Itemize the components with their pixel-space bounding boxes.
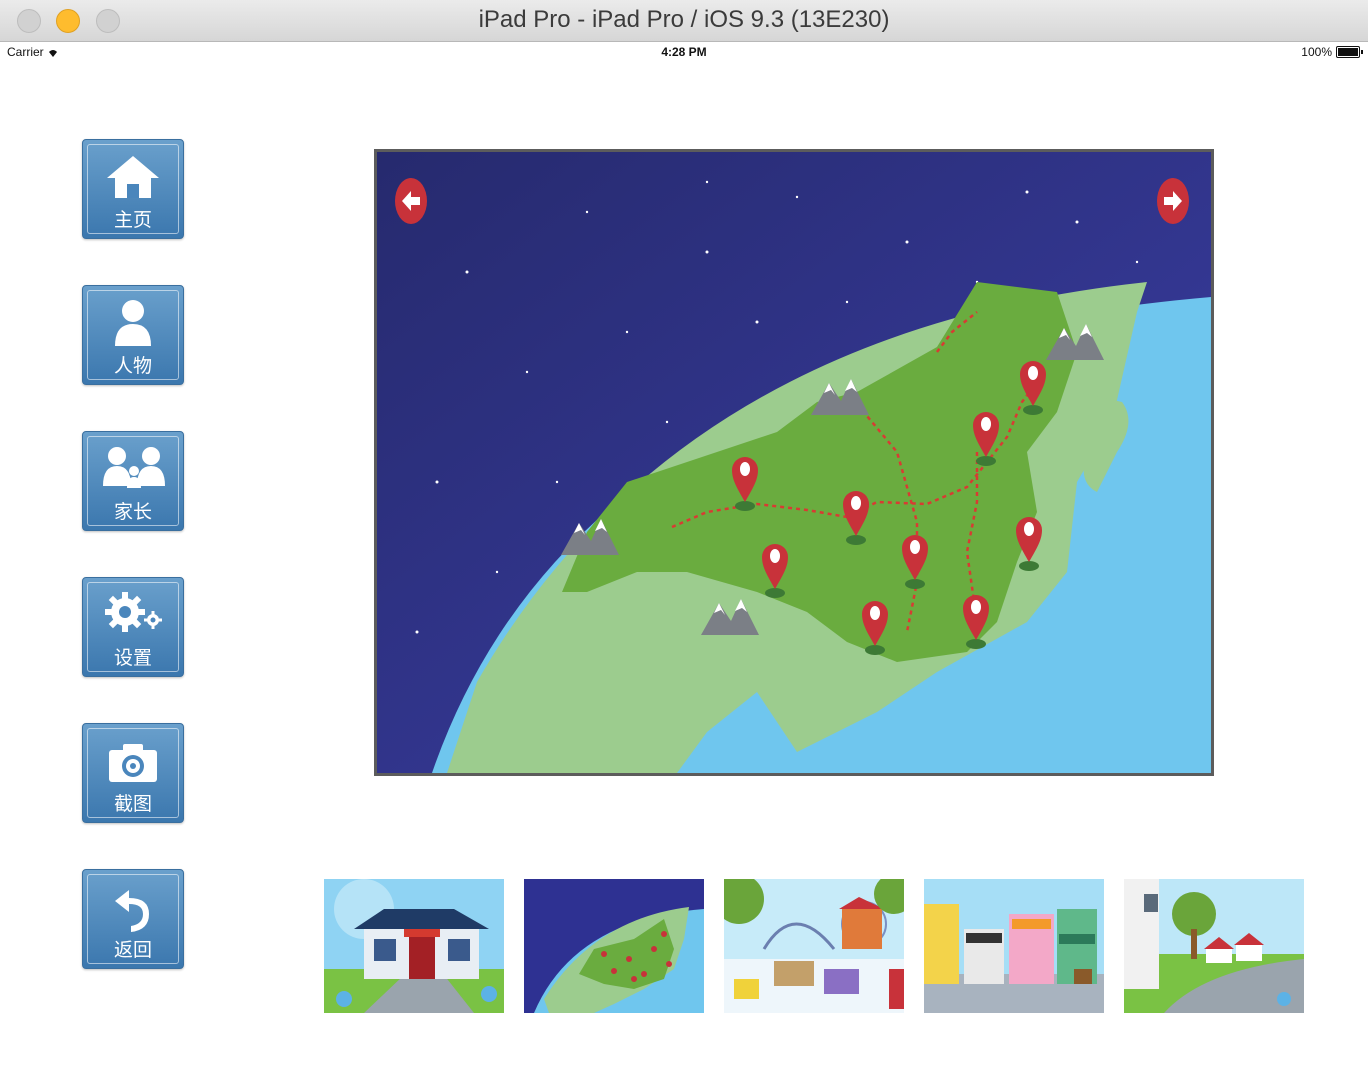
status-bar: Carrier 4:28 PM 100% [0,42,1368,62]
settings-label: 设置 [113,647,152,669]
thumbnail-asia-map[interactable] [524,879,704,1013]
previous-arrow-button[interactable] [394,177,428,225]
thumbnail-street-shops[interactable] [924,879,1104,1013]
status-time: 4:28 PM [661,45,707,59]
home-label: 主页 [113,209,152,231]
characters-label: 人物 [113,355,152,377]
window-title: iPad Pro - iPad Pro / iOS 9.3 (13E230) [478,6,890,33]
gear-icon [105,592,162,632]
screenshot-label: 截图 [113,793,152,815]
window-titlebar: iPad Pro - iPad Pro / iOS 9.3 (13E230) [0,0,1368,42]
home-icon [107,156,159,198]
characters-button[interactable]: 人物 [82,285,184,385]
asia-map-illustration [377,152,1211,773]
screenshot-button[interactable]: 截图 [82,723,184,823]
main-scene-image [374,149,1214,776]
battery-percent: 100% [1301,45,1332,59]
person-icon [115,300,151,346]
parents-label: 家长 [113,501,152,523]
parents-icon [103,447,165,488]
thumbnail-courtyard-house[interactable] [324,879,504,1013]
camera-icon [109,744,157,782]
home-button[interactable]: 主页 [82,139,184,239]
back-label: 返回 [113,939,152,961]
back-button[interactable]: 返回 [82,869,184,969]
battery-icon [1336,46,1363,58]
thumbnail-playground[interactable] [724,879,904,1013]
thumbnail-town-road[interactable] [1124,879,1304,1013]
back-arrow-icon [115,890,149,932]
next-arrow-button[interactable] [1156,177,1190,225]
settings-button[interactable]: 设置 [82,577,184,677]
parents-button[interactable]: 家长 [82,431,184,531]
